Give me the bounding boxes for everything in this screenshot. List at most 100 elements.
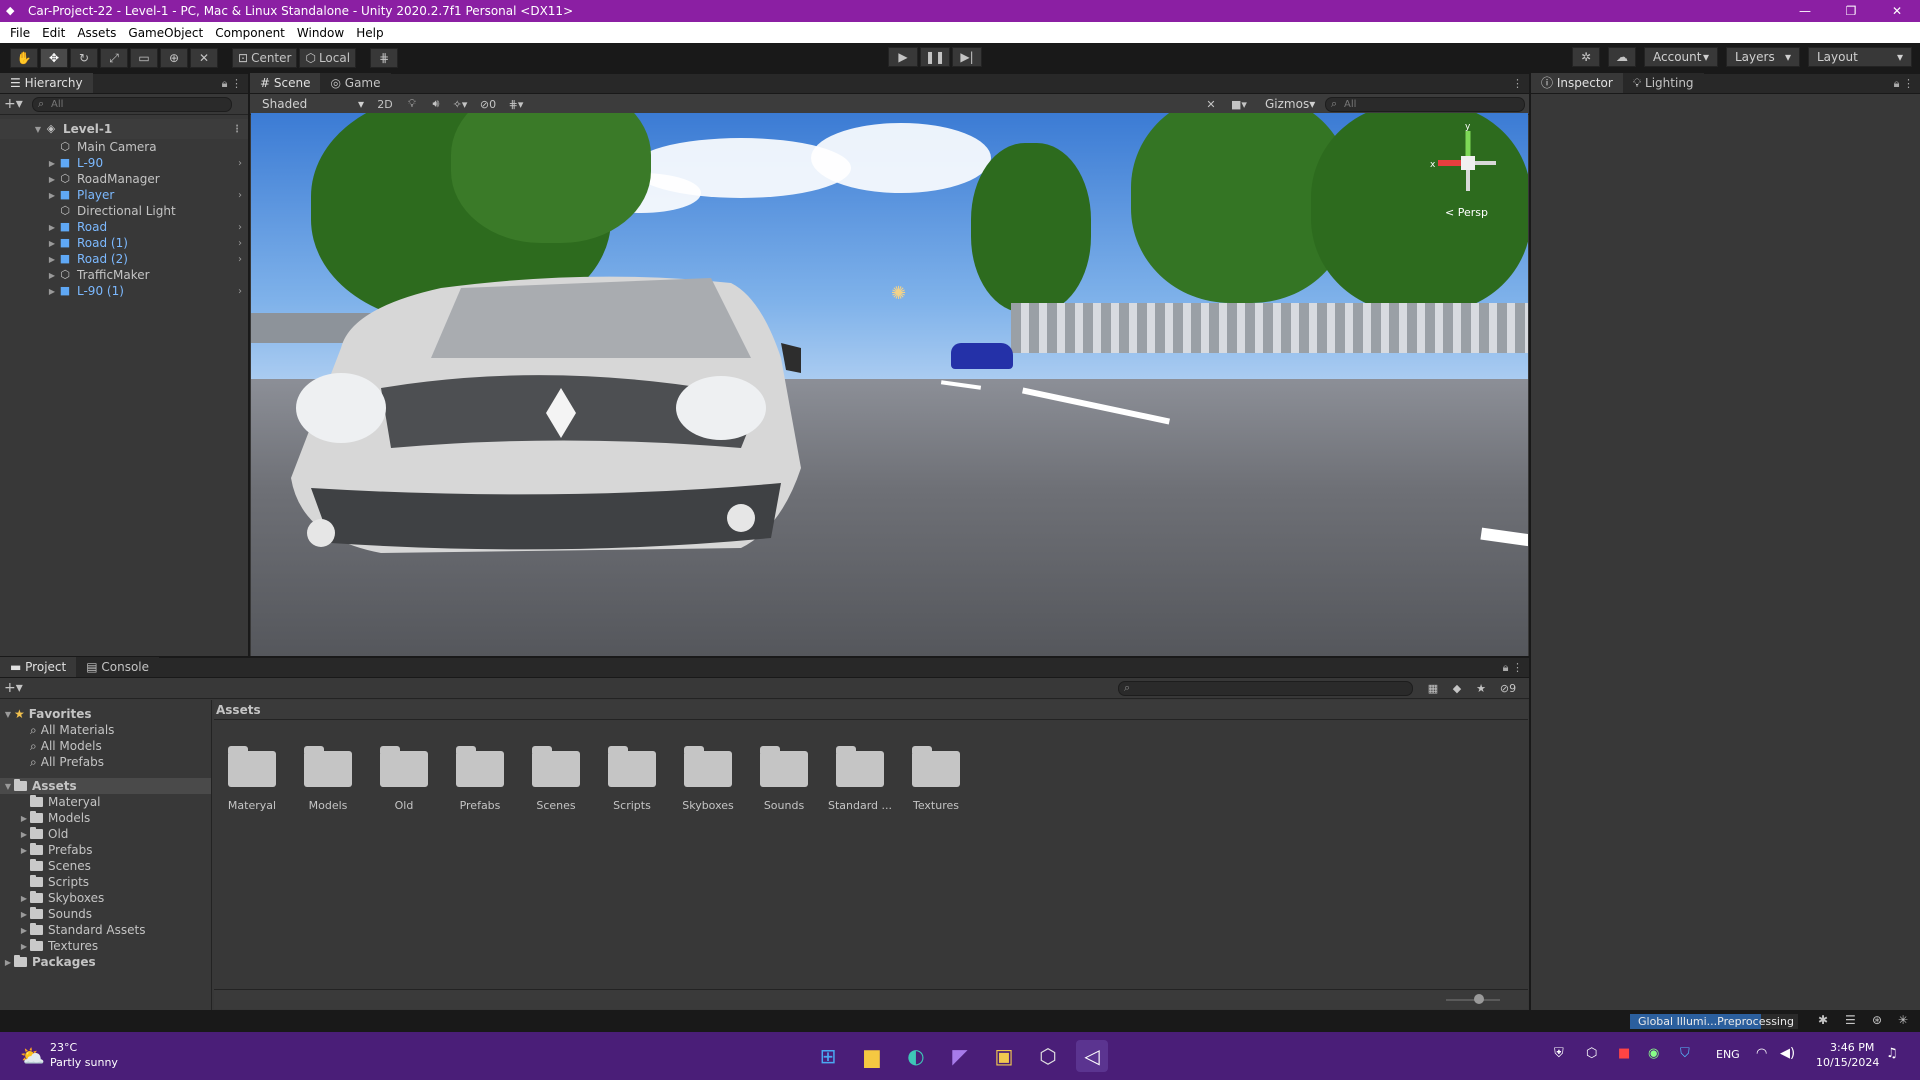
play-button[interactable]: ▶ bbox=[888, 47, 918, 67]
asset-folder-tile[interactable]: Models bbox=[290, 746, 366, 812]
hierarchy-search-input[interactable]: All bbox=[32, 96, 232, 112]
menu-gameobject[interactable]: GameObject bbox=[122, 26, 209, 40]
expand-icon[interactable]: ▶ bbox=[18, 814, 30, 823]
close-button[interactable]: ✕ bbox=[1874, 0, 1920, 22]
chevron-right-icon[interactable]: › bbox=[238, 158, 242, 169]
asset-folder-tile[interactable]: Skyboxes bbox=[670, 746, 746, 812]
transform-tool-icon[interactable]: ⊕ bbox=[160, 48, 188, 68]
asset-folder-tile[interactable]: Scripts bbox=[594, 746, 670, 812]
file-explorer-icon[interactable]: ▆ bbox=[856, 1040, 888, 1072]
zoom-slider-track[interactable] bbox=[1446, 999, 1500, 1001]
asset-folder-item[interactable]: Scripts bbox=[0, 874, 211, 890]
hierarchy-item[interactable]: ⬡ Main Camera bbox=[0, 139, 248, 155]
2d-toggle[interactable]: 2D bbox=[372, 96, 398, 112]
hand-tool-icon[interactable]: ✋ bbox=[10, 48, 38, 68]
rotate-tool-icon[interactable]: ↻ bbox=[70, 48, 98, 68]
defender-icon[interactable]: ⛉ bbox=[1680, 1046, 1690, 1061]
grid-toggle-icon[interactable]: ⋕▾ bbox=[506, 96, 526, 112]
effects-toggle-icon[interactable]: ✧▾ bbox=[450, 96, 470, 112]
clock-date[interactable]: 10/15/2024 bbox=[1816, 1056, 1879, 1069]
expand-icon[interactable]: ▶ bbox=[18, 942, 30, 951]
collab-icon[interactable]: ✲ bbox=[1572, 47, 1600, 67]
asset-folder-item[interactable]: ▶ Old bbox=[0, 826, 211, 842]
tab-scene[interactable]: # Scene bbox=[250, 73, 321, 93]
asset-folder-tile[interactable]: Old bbox=[366, 746, 442, 812]
expand-icon[interactable]: ▶ bbox=[46, 191, 58, 200]
asset-folder-tile[interactable]: Sounds bbox=[746, 746, 822, 812]
player-car[interactable] bbox=[261, 208, 981, 648]
favorite-item[interactable]: ⌕ All Models bbox=[0, 738, 211, 754]
expand-icon[interactable]: ▼ bbox=[2, 782, 14, 791]
step-button[interactable]: ▶| bbox=[952, 47, 982, 67]
sticky-notes-icon[interactable]: ▣ bbox=[988, 1040, 1020, 1072]
filter-type-icon[interactable]: ▦ bbox=[1423, 680, 1443, 696]
hierarchy-item[interactable]: ▶ ⬡ TrafficMaker bbox=[0, 267, 248, 283]
scale-tool-icon[interactable]: ⤢ bbox=[100, 48, 128, 68]
asset-folder-item[interactable]: ▶ Standard Assets bbox=[0, 922, 211, 938]
favorite-item[interactable]: ⌕ All Prefabs bbox=[0, 754, 211, 770]
asset-folder-item[interactable]: ▶ Skyboxes bbox=[0, 890, 211, 906]
clock-time[interactable]: 3:46 PM bbox=[1830, 1041, 1874, 1054]
debug-icon[interactable]: ✱ bbox=[1818, 1013, 1828, 1027]
hierarchy-item[interactable]: ▶ ■ Road (2) › bbox=[0, 251, 248, 267]
asset-folder-tile[interactable]: Standard ... bbox=[822, 746, 898, 812]
notification-bell-icon[interactable]: ♫ bbox=[1886, 1046, 1898, 1061]
expand-icon[interactable]: ▶ bbox=[46, 239, 58, 248]
pivot-center-button[interactable]: ⊡ Center bbox=[232, 48, 298, 68]
create-asset-button[interactable]: +▾ bbox=[4, 680, 32, 696]
hierarchy-item[interactable]: ▶ ■ Road (1) › bbox=[0, 235, 248, 251]
favorite-star-icon[interactable]: ★ bbox=[1471, 680, 1491, 696]
volume-icon[interactable]: ◀) bbox=[1780, 1046, 1795, 1061]
zoom-slider-handle[interactable] bbox=[1474, 994, 1484, 1004]
minimize-button[interactable]: — bbox=[1782, 0, 1828, 22]
asset-folder-item[interactable]: ▶ Textures bbox=[0, 938, 211, 954]
custom-tool-icon[interactable]: ✕ bbox=[190, 48, 218, 68]
chevron-right-icon[interactable]: › bbox=[238, 286, 242, 297]
grid-snap-icon[interactable]: ⋕ bbox=[370, 48, 399, 68]
chevron-right-icon[interactable]: › bbox=[238, 238, 242, 249]
hidden-packages-toggle[interactable]: ⊘ 9 bbox=[1495, 680, 1521, 696]
security-icon[interactable]: ⛨ bbox=[1554, 1046, 1564, 1061]
hierarchy-item[interactable]: ▶ ■ L-90 › bbox=[0, 155, 248, 171]
tab-lighting[interactable]: 💡︎ Lighting bbox=[1622, 73, 1704, 93]
expand-icon[interactable]: ▶ bbox=[18, 926, 30, 935]
tab-project[interactable]: ▬ Project bbox=[0, 657, 77, 677]
asset-folder-item[interactable]: ▶ Prefabs bbox=[0, 842, 211, 858]
scene-search-input[interactable]: All bbox=[1325, 96, 1525, 112]
expand-icon[interactable]: ▶ bbox=[46, 271, 58, 280]
edge-browser-icon[interactable]: ◐ bbox=[900, 1040, 932, 1072]
account-dropdown[interactable]: Account ▾ bbox=[1644, 47, 1718, 67]
hierarchy-item[interactable]: ▶ ■ Player › bbox=[0, 187, 248, 203]
weather-desc[interactable]: Partly sunny bbox=[50, 1056, 118, 1069]
lighting-toggle-icon[interactable]: 💡︎ bbox=[402, 96, 422, 112]
cloud-icon[interactable]: ☁ bbox=[1608, 47, 1636, 67]
hierarchy-item[interactable]: ▶ ■ L-90 (1) › bbox=[0, 283, 248, 299]
asset-folder-item[interactable]: ▶ Sounds bbox=[0, 906, 211, 922]
favorites-header[interactable]: ▼ ★ Favorites bbox=[0, 706, 211, 722]
project-search-input[interactable] bbox=[1118, 680, 1413, 696]
pause-button[interactable]: ❚❚ bbox=[920, 47, 950, 67]
adobe-icon[interactable]: ■ bbox=[1618, 1046, 1630, 1061]
chevron-right-icon[interactable]: › bbox=[238, 190, 242, 201]
filter-label-icon[interactable]: ◆ bbox=[1447, 680, 1467, 696]
hierarchy-item[interactable]: ▶ ■ Road › bbox=[0, 219, 248, 235]
tab-inspector[interactable]: ⓘ Inspector bbox=[1531, 73, 1623, 93]
menu-help[interactable]: Help bbox=[350, 26, 389, 40]
nvidia-icon[interactable]: ◉ bbox=[1648, 1046, 1659, 1061]
orientation-gizmo[interactable]: x y bbox=[1428, 123, 1508, 203]
expand-icon[interactable]: ▼ bbox=[32, 125, 44, 134]
lock-icon[interactable]: 🔒︎ ⋮ bbox=[1503, 661, 1523, 675]
more-icon[interactable]: ⋮ bbox=[232, 124, 242, 135]
breadcrumb[interactable]: Assets bbox=[214, 700, 1528, 720]
menu-assets[interactable]: Assets bbox=[71, 26, 122, 40]
lock-icon[interactable]: 🔒︎ ⋮ bbox=[1894, 77, 1914, 91]
chevron-right-icon[interactable]: › bbox=[238, 254, 242, 265]
expand-icon[interactable]: ▶ bbox=[2, 958, 14, 967]
tab-console[interactable]: ▤ Console bbox=[76, 657, 160, 677]
layers-icon[interactable]: ☰ bbox=[1845, 1013, 1856, 1027]
scene-header[interactable]: ▼ ◈ Level-1 ⋮ bbox=[0, 119, 248, 139]
asset-folder-item[interactable]: Scenes bbox=[0, 858, 211, 874]
persp-label[interactable]: < Persp bbox=[1445, 206, 1488, 219]
maximize-button[interactable]: ❐ bbox=[1828, 0, 1874, 22]
unity-editor-icon[interactable]: ◁ bbox=[1076, 1040, 1108, 1072]
